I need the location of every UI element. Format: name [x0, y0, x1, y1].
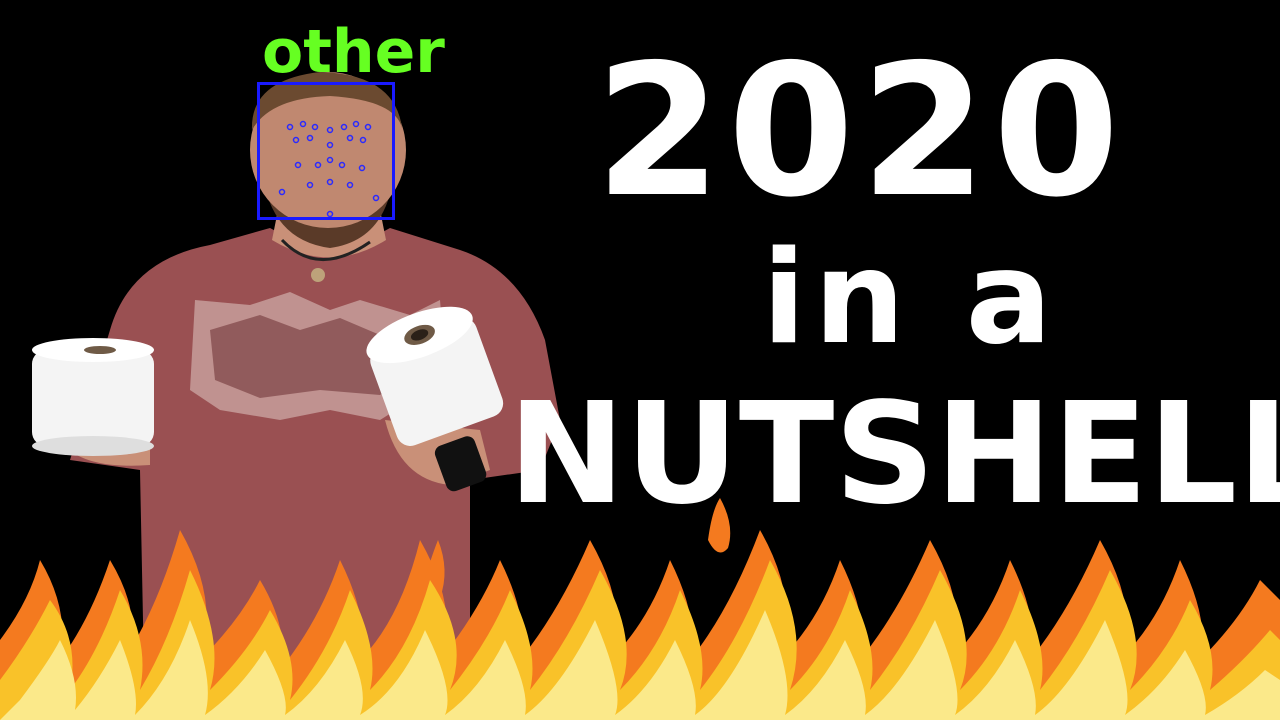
thumbnail-scene: other 2020 in a NUTSHELL [0, 0, 1280, 720]
flames-graphic [0, 498, 1280, 720]
